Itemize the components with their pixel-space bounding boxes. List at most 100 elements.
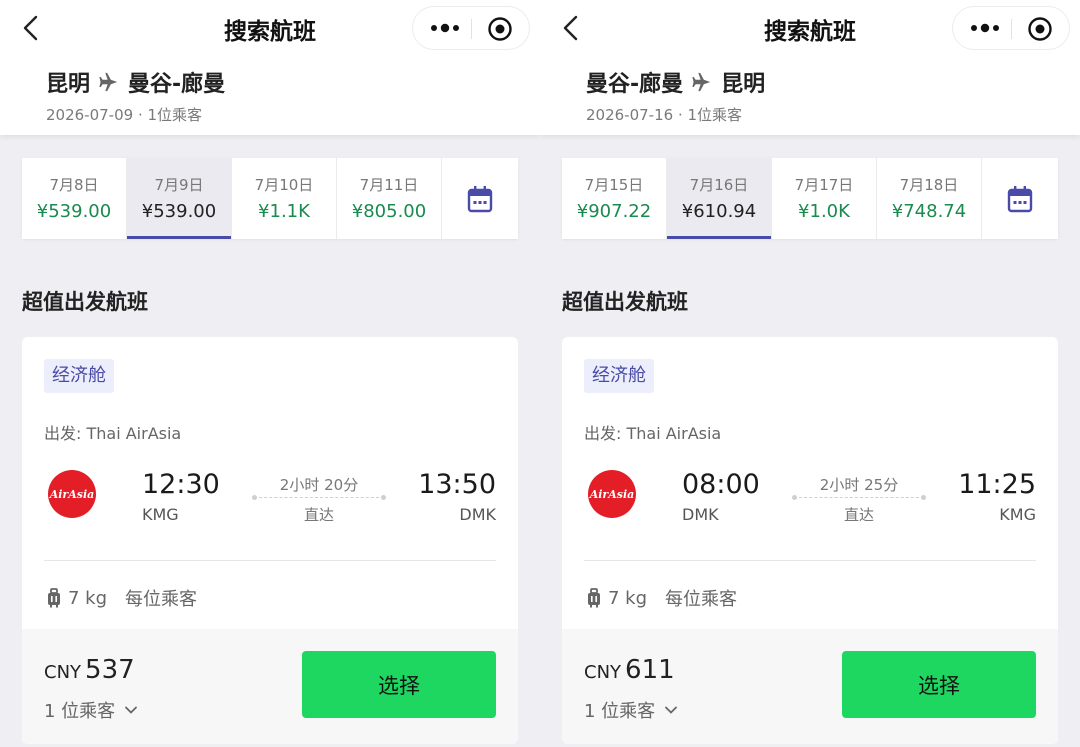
departure-airport-code: KMG [142,505,179,524]
date-label: 7月15日 [584,176,644,194]
close-target-icon[interactable] [1027,16,1053,42]
date-price: ¥1.1K [258,201,310,222]
capsule-divider [471,19,472,39]
calendar-icon [1007,185,1033,212]
price-currency: CNY [584,662,622,683]
search-panel-return: 搜索航班 曼谷-廊曼 昆明 2026-07-16 · 1位乘客 7月15日 ¥9… [540,0,1080,747]
calendar-button[interactable] [982,158,1058,239]
luggage-icon [48,588,60,608]
card-divider [44,560,496,561]
chevron-down-icon [125,706,138,714]
arrival-airport-code: KMG [999,505,1036,524]
passenger-dropdown[interactable]: 1 位乘客 [584,697,678,723]
baggage-note: 每位乘客 [665,589,738,610]
mini-program-capsule [952,6,1070,50]
flight-duration: 2小时 20分 [279,476,359,494]
baggage-weight: 7 kg [608,587,648,609]
date-price: ¥610.94 [681,201,757,222]
price-amount: 537 [85,655,135,685]
price: CNY 611 [584,655,675,685]
header: 搜索航班 曼谷-廊曼 昆明 2026-07-16 · 1位乘客 [540,0,1080,135]
date-price: ¥907.22 [576,201,652,222]
capsule-divider [1011,19,1012,39]
route-destination: 曼谷-廊曼 [128,72,226,97]
date-label: 7月17日 [794,176,854,194]
more-dots-icon[interactable] [967,17,1003,39]
header: 搜索航班 昆明 曼谷-廊曼 2026-07-09 · 1位乘客 [0,0,540,135]
date-label: 7月9日 [154,176,204,194]
search-panel-outbound: 搜索航班 昆明 曼谷-廊曼 2026-07-09 · 1位乘客 7月8日 ¥53… [0,0,540,747]
price-amount: 611 [625,655,675,685]
departure-time: 12:30 [142,469,220,500]
date-option-selected[interactable]: 7月9日 ¥539.00 [127,158,232,239]
stops-label: 直达 [843,506,874,524]
duration-line [792,495,926,500]
baggage-info: 7 kg 每位乘客 [586,585,737,611]
date-price: ¥805.00 [351,201,427,222]
airasia-logo: AirAsia [588,470,636,518]
departure-airport-code: DMK [682,505,719,524]
date-label: 7月11日 [359,176,419,194]
date-selector: 7月15日 ¥907.22 7月16日 ¥610.94 7月17日 ¥1.0K … [562,158,1058,239]
trip-date-passengers: 2026-07-09 · 1位乘客 [46,106,203,124]
route-destination: 昆明 [721,72,766,97]
date-option[interactable]: 7月11日 ¥805.00 [337,158,442,239]
chevron-down-icon [665,706,678,714]
date-option[interactable]: 7月17日 ¥1.0K [772,158,877,239]
arrival-airport-code: DMK [459,505,496,524]
card-footer: CNY 611 1 位乘客 选择 [562,629,1058,744]
more-dots-icon[interactable] [427,17,463,39]
cabin-badge: 经济舱 [44,359,114,393]
price-currency: CNY [44,662,82,683]
date-price: ¥539.00 [141,201,217,222]
mini-program-capsule [412,6,530,50]
route-origin: 昆明 [46,72,91,97]
section-title: 超值出发航班 [22,290,148,314]
flight-card[interactable]: 经济舱 出发: Thai AirAsia AirAsia 12:30 KMG 2… [22,337,518,744]
date-price: ¥748.74 [891,201,967,222]
date-option[interactable]: 7月15日 ¥907.22 [562,158,667,239]
card-footer: CNY 537 1 位乘客 选择 [22,629,518,744]
date-option[interactable]: 7月10日 ¥1.1K [232,158,337,239]
airline-name: 出发: Thai AirAsia [44,424,182,443]
route-origin: 曼谷-廊曼 [586,72,684,97]
close-target-icon[interactable] [487,16,513,42]
arrival-time: 11:25 [958,469,1036,500]
cabin-badge: 经济舱 [584,359,654,393]
luggage-icon [588,588,600,608]
date-price: ¥539.00 [36,201,112,222]
calendar-icon [467,185,493,212]
date-option[interactable]: 7月18日 ¥748.74 [877,158,982,239]
duration-line [252,495,386,500]
airplane-icon [692,72,711,92]
date-label: 7月18日 [899,176,959,194]
card-divider [584,560,1036,561]
section-title: 超值出发航班 [562,290,688,314]
trip-date-passengers: 2026-07-16 · 1位乘客 [586,106,743,124]
date-price: ¥1.0K [798,201,850,222]
passenger-count: 1 位乘客 [44,701,116,722]
date-label: 7月8日 [49,176,99,194]
logo-text: AirAsia [49,487,95,501]
arrival-time: 13:50 [418,469,496,500]
calendar-button[interactable] [442,158,518,239]
date-label: 7月16日 [689,176,749,194]
date-option-selected[interactable]: 7月16日 ¥610.94 [667,158,772,239]
route-title: 曼谷-廊曼 昆明 [586,66,765,98]
flight-duration: 2小时 25分 [819,476,899,494]
route-title: 昆明 曼谷-廊曼 [46,66,225,98]
date-option[interactable]: 7月8日 ¥539.00 [22,158,127,239]
airline-name: 出发: Thai AirAsia [584,424,722,443]
logo-text: AirAsia [589,487,635,501]
flight-card[interactable]: 经济舱 出发: Thai AirAsia AirAsia 08:00 DMK 2… [562,337,1058,744]
stops-label: 直达 [303,506,334,524]
departure-time: 08:00 [682,469,760,500]
baggage-weight: 7 kg [68,587,108,609]
date-selector: 7月8日 ¥539.00 7月9日 ¥539.00 7月10日 ¥1.1K 7月… [22,158,518,239]
airasia-logo: AirAsia [48,470,96,518]
date-label: 7月10日 [254,176,314,194]
select-button[interactable]: 选择 [302,651,496,718]
passenger-dropdown[interactable]: 1 位乘客 [44,697,138,723]
passenger-count: 1 位乘客 [584,701,656,722]
select-button[interactable]: 选择 [842,651,1036,718]
